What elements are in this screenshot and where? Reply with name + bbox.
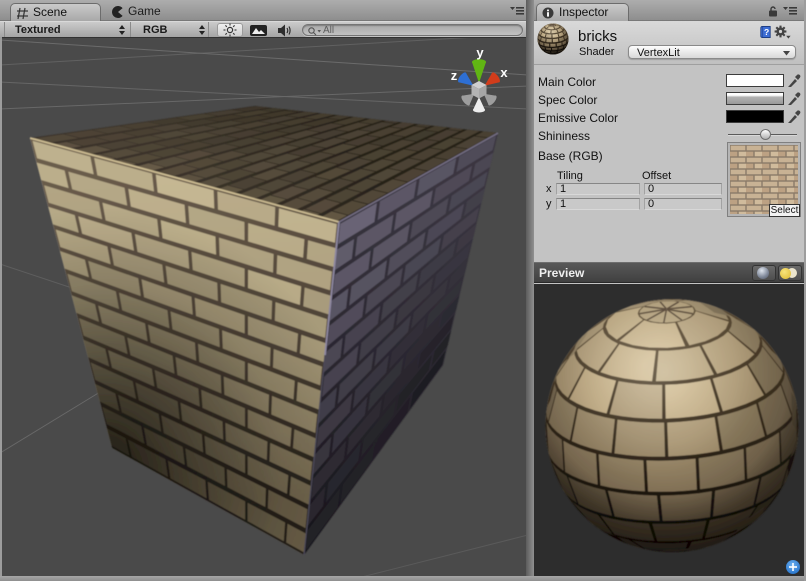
svg-text:?: ? <box>764 27 769 37</box>
svg-text:y: y <box>476 45 484 60</box>
svg-text:x: x <box>500 65 508 80</box>
svg-text:z: z <box>451 68 458 83</box>
